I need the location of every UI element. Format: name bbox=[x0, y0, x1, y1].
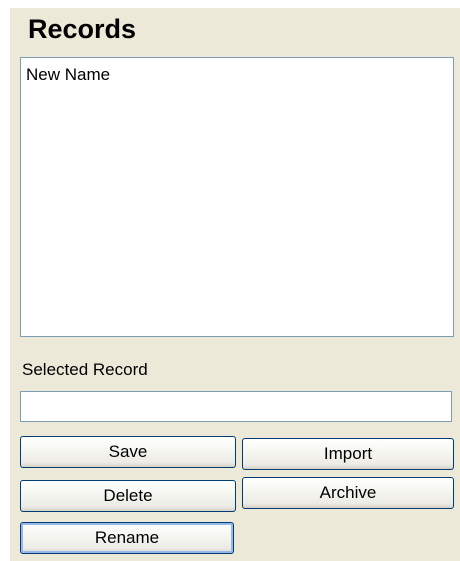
selected-record-label: Selected Record bbox=[22, 360, 148, 379]
records-panel: Records New Name Selected Record Save Im… bbox=[10, 8, 460, 561]
list-item[interactable]: New Name bbox=[26, 65, 110, 85]
selected-record-field[interactable] bbox=[20, 391, 452, 422]
rename-button[interactable]: Rename bbox=[20, 522, 234, 554]
save-button[interactable]: Save bbox=[20, 436, 236, 468]
archive-button[interactable]: Archive bbox=[242, 477, 454, 509]
panel-title: Records bbox=[28, 14, 137, 44]
import-button[interactable]: Import bbox=[242, 438, 454, 470]
delete-button[interactable]: Delete bbox=[20, 480, 236, 512]
records-listbox[interactable]: New Name bbox=[20, 57, 454, 337]
